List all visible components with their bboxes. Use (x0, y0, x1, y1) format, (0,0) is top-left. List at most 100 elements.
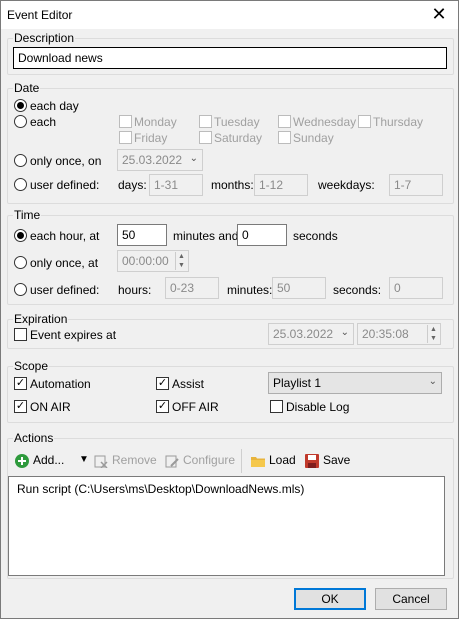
title-bar: Event Editor ✕ (1, 1, 458, 29)
sunday-checkbox[interactable] (278, 131, 291, 144)
wednesday-checkbox[interactable] (278, 115, 291, 128)
automation-label: Automation (30, 377, 91, 391)
scope-label: Scope (13, 359, 50, 373)
disable-log-checkbox[interactable] (270, 400, 283, 413)
spinner-icon[interactable]: ▲ ▼ (175, 252, 187, 270)
each-radio[interactable] (14, 115, 27, 128)
remove-button[interactable]: Remove (94, 453, 157, 473)
monday-checkbox[interactable] (119, 115, 132, 128)
spinner-icon[interactable]: ▲ ▼ (427, 325, 439, 343)
playlist-select[interactable]: Playlist 1 ⌄ (268, 372, 442, 394)
expiration-label: Expiration (13, 312, 69, 326)
assist-label: Assist (172, 377, 205, 391)
ok-button[interactable]: OK (294, 588, 366, 610)
remove-icon (94, 454, 108, 469)
only-once-time-radio[interactable] (14, 256, 27, 269)
save-label: Save (323, 453, 351, 467)
minutes-ud-input[interactable]: 50 (272, 277, 326, 299)
off-air-label: OFF AIR (172, 400, 219, 414)
configure-label: Configure (183, 453, 236, 467)
off-air-checkbox[interactable]: ✓ (156, 400, 169, 413)
playlist-value: Playlist 1 (273, 376, 322, 390)
only-once-time-value: 00:00:00 (122, 254, 169, 268)
user-defined-time-radio[interactable] (14, 283, 27, 296)
friday-label: Friday (134, 131, 168, 145)
event-editor-window: Event Editor ✕ Description Download news… (0, 0, 459, 619)
configure-icon (165, 454, 179, 468)
months-input[interactable]: 1-12 (254, 174, 308, 196)
add-icon (15, 453, 29, 468)
saturday-label: Saturday (214, 131, 263, 145)
cancel-button[interactable]: Cancel (375, 588, 447, 610)
seconds-ud-label: seconds: (333, 283, 382, 297)
automation-checkbox[interactable]: ✓ (14, 377, 27, 390)
expiration-time-input[interactable]: 20:35:08 ▲ ▼ (357, 323, 441, 345)
close-icon[interactable]: ✕ (428, 4, 450, 26)
only-once-date-value: 25.03.2022 (122, 153, 183, 167)
add-dropdown-arrow-icon[interactable]: ▼ (79, 454, 89, 465)
disable-log-label: Disable Log (286, 400, 350, 414)
description-label: Description (13, 31, 76, 45)
seconds-ud-input[interactable]: 0 (389, 277, 443, 299)
save-button[interactable]: Save (305, 453, 350, 473)
friday-checkbox[interactable] (119, 131, 132, 144)
tuesday-checkbox[interactable] (199, 115, 212, 128)
only-once-time-input[interactable]: 00:00:00 ▲ ▼ (117, 250, 189, 272)
monday-label: Monday (134, 115, 177, 129)
actions-label: Actions (13, 431, 55, 445)
only-once-date-radio[interactable] (14, 154, 27, 167)
weekdays-input[interactable]: 1-7 (389, 174, 443, 196)
days-input[interactable]: 1-31 (149, 174, 203, 196)
chevron-down-icon: ⌄ (428, 376, 437, 387)
expiration-time-value: 20:35:08 (362, 327, 409, 341)
minutes-ud-label: minutes: (227, 283, 273, 297)
days-label: days: (118, 178, 147, 192)
each-label: each (30, 115, 57, 129)
on-air-checkbox[interactable]: ✓ (14, 400, 27, 413)
seconds-input[interactable]: 0 (237, 224, 287, 246)
sunday-label: Sunday (293, 131, 334, 145)
list-item[interactable]: Run script (C:\Users\ms\Desktop\Download… (17, 482, 304, 496)
each-day-label: each day (30, 99, 79, 113)
configure-button[interactable]: Configure (165, 453, 235, 473)
thursday-label: Thursday (373, 115, 424, 129)
expires-label: Event expires at (30, 328, 117, 342)
each-hour-radio[interactable] (14, 229, 27, 242)
minutes-input[interactable]: 50 (117, 224, 167, 246)
only-once-time-label: only once, at (30, 256, 99, 270)
seconds-label: seconds (293, 229, 338, 243)
description-input[interactable]: Download news (13, 47, 447, 69)
assist-checkbox[interactable]: ✓ (156, 377, 169, 390)
folder-icon (251, 454, 265, 468)
expires-checkbox[interactable] (14, 328, 27, 341)
add-label: Add... (33, 453, 65, 467)
load-label: Load (269, 453, 296, 467)
toolbar-separator (241, 449, 242, 473)
expiration-date-picker[interactable]: 25.03.2022 ⌄ (268, 323, 354, 345)
add-button[interactable]: Add... (15, 453, 64, 473)
user-defined-date-label: user defined: (30, 178, 100, 192)
tuesday-label: Tuesday (214, 115, 260, 129)
only-once-date-label: only once, on (30, 154, 102, 168)
only-once-date-picker[interactable]: 25.03.2022 ⌄ (117, 149, 203, 171)
user-defined-time-label: user defined: (30, 283, 100, 297)
remove-label: Remove (112, 453, 157, 467)
save-icon (305, 453, 319, 468)
chevron-down-icon: ⌄ (340, 327, 349, 338)
saturday-checkbox[interactable] (199, 131, 212, 144)
hours-label: hours: (118, 283, 152, 297)
hours-input[interactable]: 0-23 (165, 277, 219, 299)
actions-list[interactable]: Run script (C:\Users\ms\Desktop\Download… (8, 476, 445, 576)
each-day-radio[interactable] (14, 99, 27, 112)
on-air-label: ON AIR (30, 400, 71, 414)
load-button[interactable]: Load (251, 453, 296, 473)
months-label: months: (211, 178, 254, 192)
minutes-and-label: minutes and (173, 229, 239, 243)
window-title: Event Editor (7, 8, 73, 22)
thursday-checkbox[interactable] (358, 115, 371, 128)
time-label: Time (13, 208, 42, 222)
weekdays-label: weekdays: (318, 178, 375, 192)
expiration-date-value: 25.03.2022 (273, 327, 334, 341)
user-defined-date-radio[interactable] (14, 178, 27, 191)
wednesday-label: Wednesday (293, 115, 357, 129)
